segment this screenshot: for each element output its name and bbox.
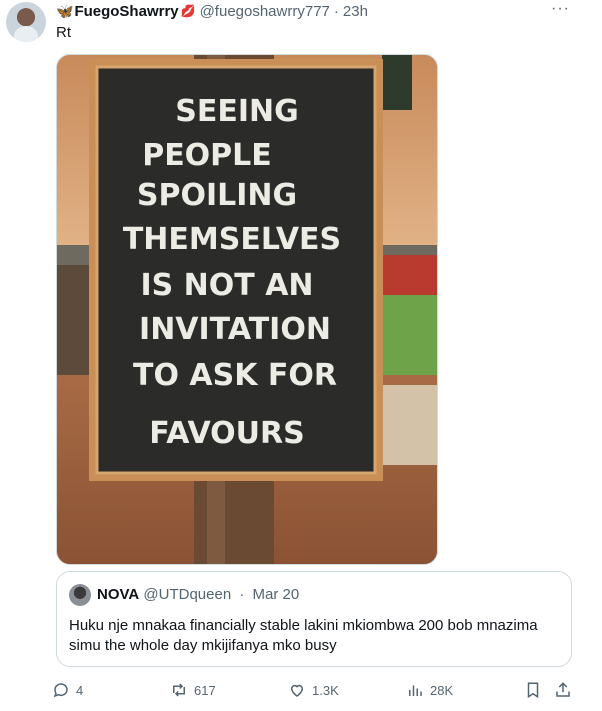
tweet-header: 🦋 FuegoShawrry 💋 @fuegoshawrry777 · 23h: [56, 1, 368, 21]
handle[interactable]: @fuegoshawrry777: [200, 3, 330, 20]
retweet-button[interactable]: 617: [170, 678, 216, 702]
avatar[interactable]: [6, 2, 46, 42]
quoted-tweet[interactable]: NOVA @UTDqueen · Mar 20 Huku nje mnakaa …: [56, 571, 572, 667]
chalkboard-line: TO ASK FOR: [133, 358, 337, 393]
reply-count: 4: [76, 682, 84, 698]
reply-icon: [53, 683, 68, 698]
quoted-text: Huku nje mnakaa financially stable lakin…: [69, 617, 538, 654]
action-bar: 4 617 1.3K 28K: [52, 678, 580, 702]
display-name: FuegoShawrry: [74, 2, 179, 20]
display-name-link[interactable]: 🦋 FuegoShawrry 💋: [56, 3, 200, 20]
reply-button[interactable]: 4: [52, 678, 83, 702]
tweet-text: Rt: [56, 24, 71, 41]
chalkboard-line: THEMSELVES: [123, 222, 341, 257]
tweet-photo[interactable]: SEEING PEOPLE SPOILING THEMSELVES IS NOT…: [56, 54, 438, 565]
bookmark-icon: [527, 682, 539, 699]
views-button[interactable]: 28K: [406, 678, 453, 702]
share-icon: [556, 682, 570, 697]
quoted-handle: @UTDqueen: [143, 586, 232, 603]
retweet-count: 617: [194, 682, 216, 698]
chalkboard-line: IS NOT AN: [140, 268, 313, 303]
more-options-button[interactable]: ···: [551, 0, 570, 18]
heart-icon: [290, 684, 304, 697]
quoted-timestamp: Mar 20: [252, 586, 300, 603]
butterfly-icon: 🦋: [56, 2, 74, 19]
chalkboard-line: FAVOURS: [149, 416, 305, 451]
quoted-avatar: [69, 584, 91, 606]
quoted-header: NOVA @UTDqueen · Mar 20: [97, 586, 299, 603]
views-count: 28K: [430, 682, 454, 698]
like-count: 1.3K: [312, 682, 339, 698]
separator: ·: [333, 2, 339, 20]
bookmark-button[interactable]: [524, 678, 548, 702]
quoted-display-name: NOVA: [97, 586, 140, 603]
chalkboard-line: INVITATION: [139, 312, 331, 347]
separator: ·: [239, 586, 245, 603]
timestamp[interactable]: 23h: [343, 3, 368, 20]
chalkboard-line: SPOILING: [137, 178, 297, 213]
chalkboard-line: PEOPLE: [142, 138, 272, 173]
like-button[interactable]: 1.3K: [288, 678, 339, 702]
chalkboard-line: SEEING: [175, 94, 299, 129]
share-button[interactable]: [554, 678, 578, 702]
views-icon: [409, 685, 422, 696]
chalkboard-photo: SEEING PEOPLE SPOILING THEMSELVES IS NOT…: [57, 55, 437, 564]
retweet-icon: [173, 683, 185, 697]
lips-icon: 💋: [180, 4, 196, 18]
